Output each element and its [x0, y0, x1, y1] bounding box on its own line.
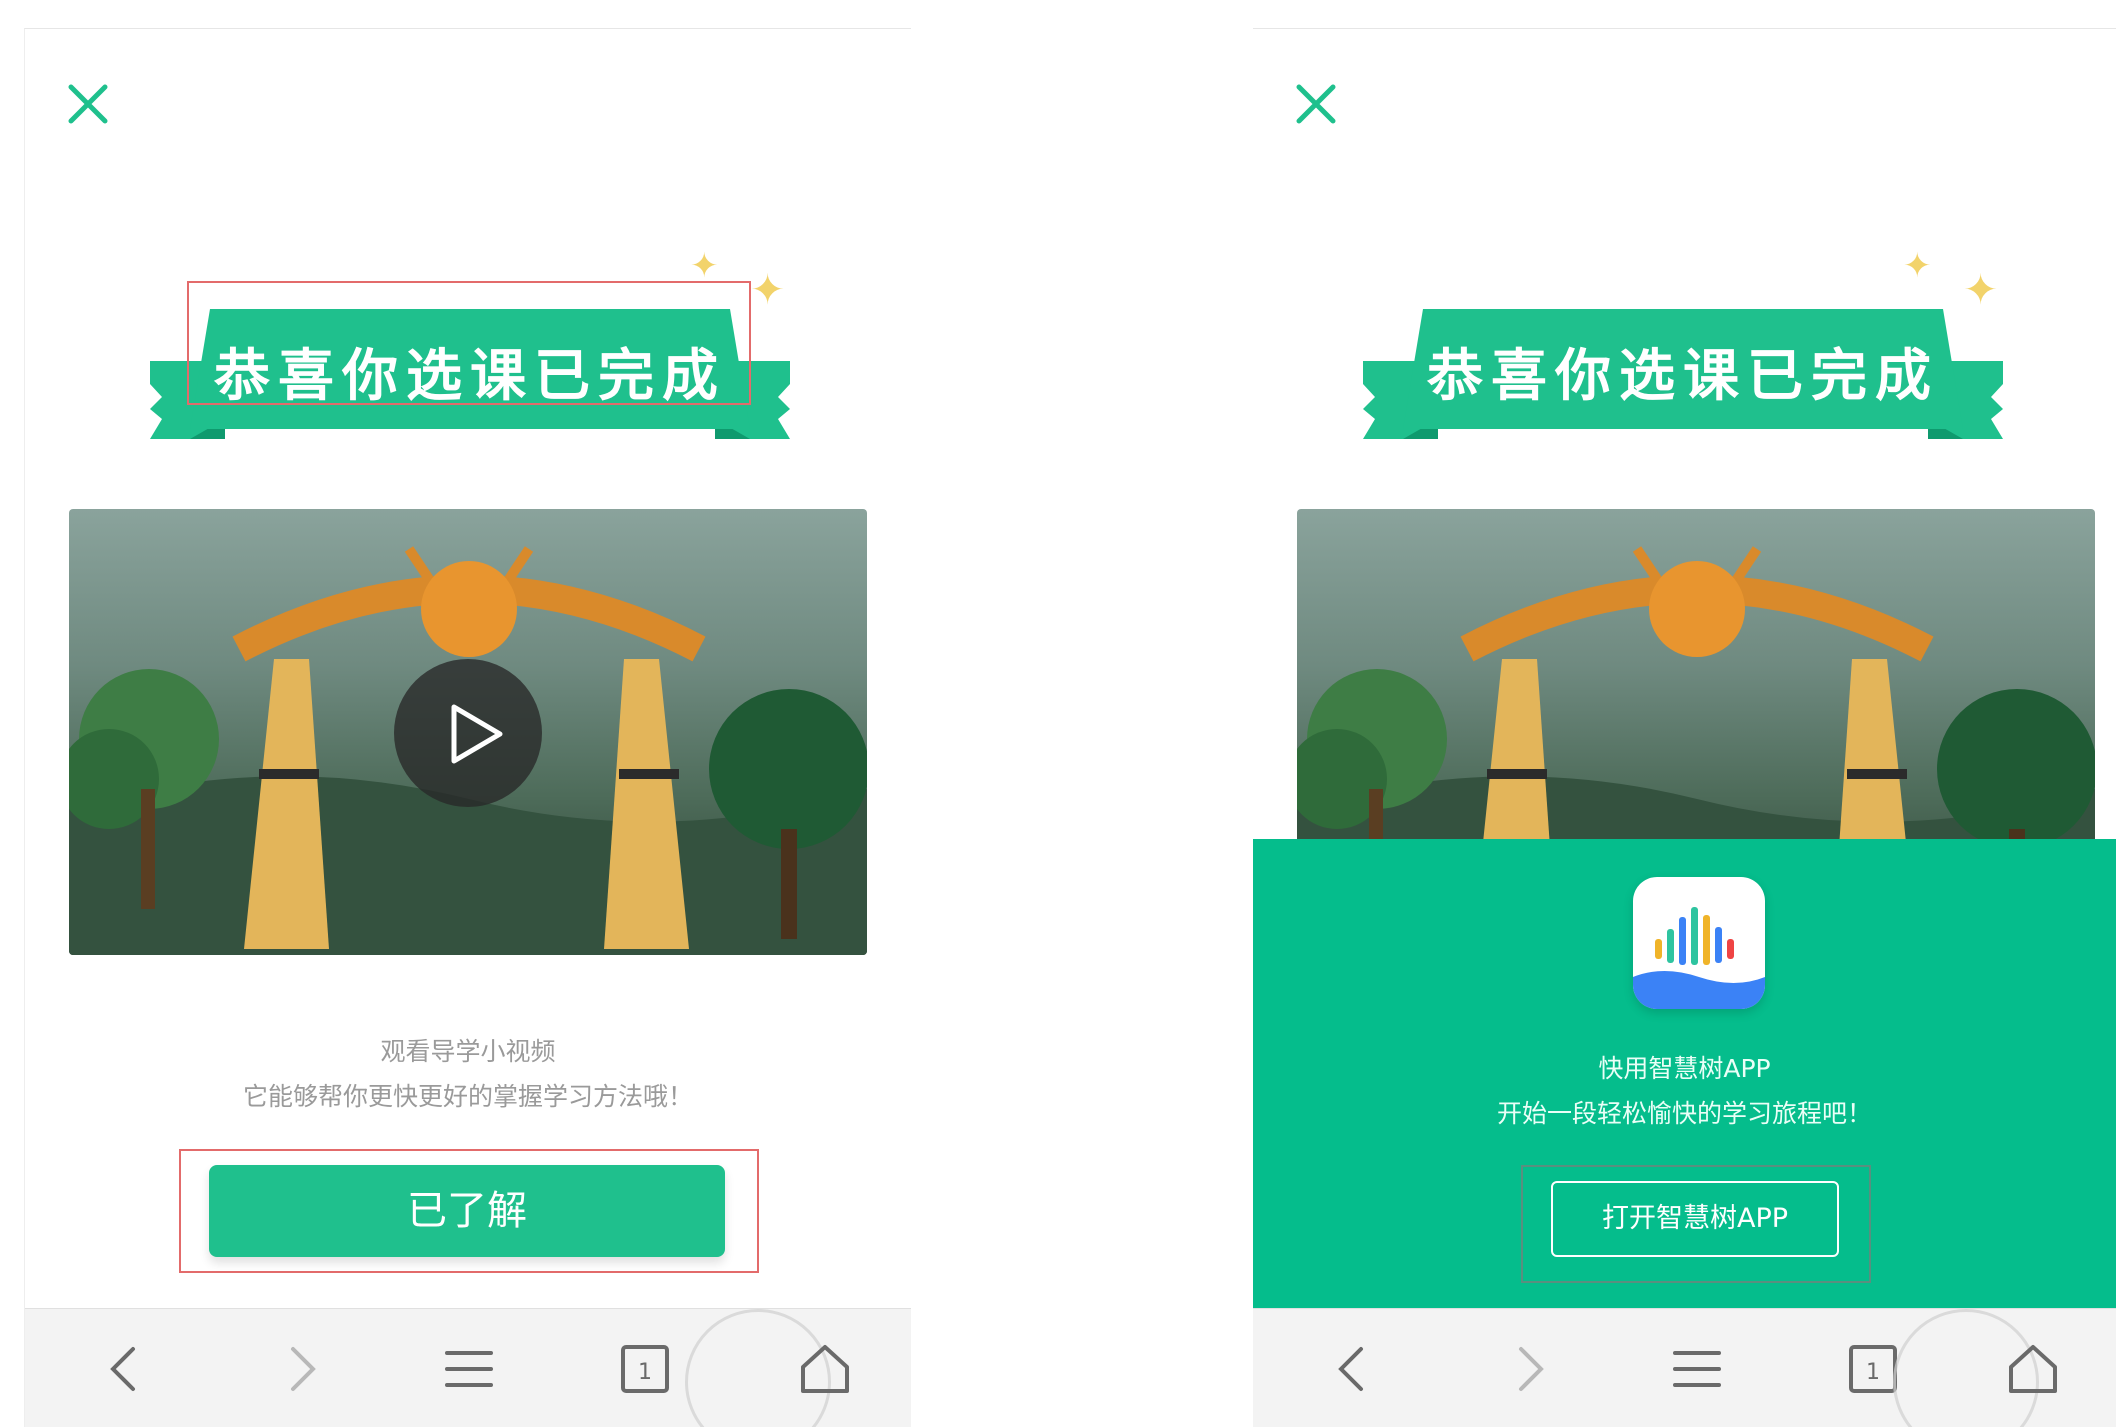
sparkle-icon: ✦	[1903, 246, 1932, 286]
browser-bottom-bar: 1	[25, 1308, 911, 1427]
sparkle-icon: ✦	[690, 246, 719, 286]
banner-title: 恭喜你选课已完成	[1427, 344, 1939, 409]
back-icon[interactable]	[95, 1339, 155, 1399]
play-button[interactable]	[394, 659, 542, 807]
forward-icon[interactable]	[271, 1339, 331, 1399]
menu-icon[interactable]	[439, 1339, 499, 1399]
tabs-icon[interactable]: 1	[615, 1339, 675, 1399]
open-app-button[interactable]: 打开智慧树APP	[1551, 1181, 1839, 1257]
promo-line1: 快用智慧树APP	[1598, 1054, 1771, 1083]
promo-line2: 开始一段轻松愉快的学习旅程吧！	[1496, 1099, 1872, 1128]
right-screen: 恭喜你选课已完成 ✦ ✦ 快用智慧树APP 开始一段轻松愉快的学习旅程吧！ 打开…	[1253, 28, 2116, 1427]
zhihuishu-app-icon	[1633, 877, 1765, 1009]
tabs-count: 1	[1866, 1360, 1880, 1385]
sparkle-icon: ✦	[750, 265, 786, 314]
highlight-frame	[187, 281, 751, 405]
confirm-button[interactable]: 已了解	[209, 1165, 725, 1257]
video-hint-line2: 它能够帮你更快更好的掌握学习方法哦！	[242, 1082, 693, 1111]
open-app-overlay: 快用智慧树APP 开始一段轻松愉快的学习旅程吧！ 打开智慧树APP	[1253, 839, 2116, 1309]
left-screen: 恭喜你选课已完成 ✦ ✦ 观看导学小视频 它能够帮你更快更好的掌握学习方法哦！	[24, 28, 911, 1427]
success-banner: 恭喜你选课已完成 ✦ ✦	[1343, 249, 2023, 449]
intro-video[interactable]	[69, 509, 867, 955]
menu-icon[interactable]	[1667, 1339, 1727, 1399]
close-icon[interactable]	[1291, 79, 1341, 129]
back-icon[interactable]	[1323, 1339, 1383, 1399]
home-icon[interactable]	[795, 1339, 855, 1399]
forward-icon[interactable]	[1499, 1339, 1559, 1399]
play-icon	[451, 704, 503, 764]
home-icon[interactable]	[2003, 1339, 2063, 1399]
video-hint-line1: 观看导学小视频	[380, 1037, 556, 1066]
browser-bottom-bar: 1	[1253, 1308, 2116, 1427]
close-icon[interactable]	[63, 79, 113, 129]
sparkle-icon: ✦	[1963, 265, 1999, 314]
tabs-count: 1	[638, 1360, 652, 1385]
